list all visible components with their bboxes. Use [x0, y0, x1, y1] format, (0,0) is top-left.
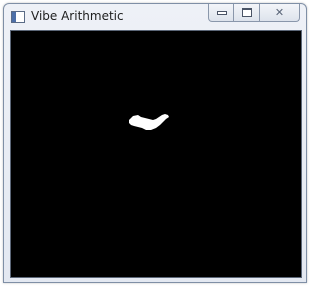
window-controls: ✕ — [208, 4, 300, 23]
title-bar[interactable]: Vibe Arithmetic ✕ — [4, 4, 306, 30]
app-window: Vibe Arithmetic ✕ — [3, 3, 307, 283]
app-window-icon[interactable] — [11, 11, 25, 23]
close-button[interactable]: ✕ — [260, 4, 300, 22]
maximize-icon — [242, 8, 252, 17]
foreground-blob — [129, 114, 169, 130]
image-canvas — [10, 30, 302, 278]
minimize-button[interactable] — [208, 4, 234, 22]
maximize-button[interactable] — [234, 4, 260, 22]
window-title: Vibe Arithmetic — [31, 9, 124, 23]
minimize-icon — [217, 11, 227, 15]
close-icon: ✕ — [274, 6, 285, 19]
